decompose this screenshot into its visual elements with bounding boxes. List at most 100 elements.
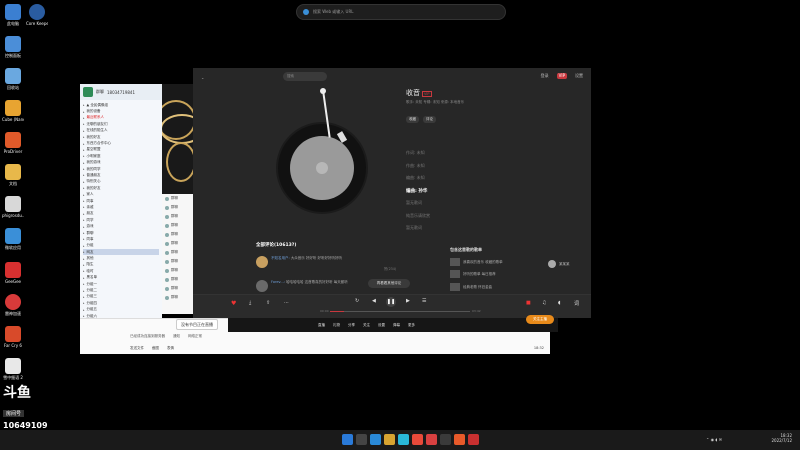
group-item[interactable]: 群聊 <box>162 266 194 275</box>
emoji-button[interactable]: 表情 <box>167 346 174 351</box>
group-item[interactable]: 群聊 <box>162 284 194 293</box>
tray-icons[interactable]: ⌃ ◉ ◖ ✉ <box>706 437 722 442</box>
follow-button[interactable]: 关注主播 <box>526 315 554 324</box>
desktop-icon-geegee[interactable]: GeeGee <box>2 262 24 284</box>
qq-header: 群聊 18034719841 <box>80 84 162 100</box>
comment-user[interactable]: 不知名用户: <box>271 256 290 260</box>
group-avatar-icon <box>165 241 169 246</box>
app-icon <box>5 262 21 278</box>
next-icon[interactable]: ▶ <box>406 298 410 304</box>
volume-icon[interactable]: ◖ <box>558 300 561 306</box>
stream-button[interactable]: 礼物 <box>333 323 340 328</box>
lyrics-icon[interactable]: 词 <box>574 300 579 307</box>
stream-button[interactable]: 更多 <box>408 323 415 328</box>
stream-button[interactable]: 分享 <box>348 323 355 328</box>
qq-id: 18034719841 <box>107 89 135 95</box>
effects-icon[interactable]: ♫ <box>542 300 546 306</box>
stream-button[interactable]: 关注 <box>363 323 370 328</box>
taskbar-app-icon[interactable] <box>370 434 381 445</box>
play-pause-button[interactable]: ❚❚ <box>386 297 396 307</box>
clock[interactable]: 18:32 2022/7/12 <box>771 433 792 443</box>
share-icon[interactable]: ⇪ <box>266 300 270 306</box>
desktop-icon-control-panel[interactable]: 控制面板 <box>2 36 24 58</box>
desktop-icon-recycle[interactable]: 回收站 <box>2 68 24 90</box>
group-item[interactable]: 群聊 <box>162 221 194 230</box>
music-topbar: ⌄ 搜索 登录 VIP 设置 <box>193 68 591 86</box>
more-icon[interactable]: ⋯ <box>284 300 289 306</box>
group-item[interactable]: 群聊 <box>162 212 194 221</box>
playlist-item[interactable]: 经典老歌 怀旧金曲 <box>450 283 492 291</box>
taskbar-app-icon[interactable] <box>412 434 423 445</box>
lyric-line: 编曲: 孙华 <box>406 188 428 194</box>
lyric-line: 纯音乐请欣赏 <box>406 212 430 218</box>
avatar[interactable] <box>256 256 268 268</box>
previous-icon[interactable]: ◀ <box>372 298 376 304</box>
desktop-icon-store[interactable]: 微软应用 <box>2 228 24 250</box>
collect-button[interactable]: 收藏 <box>406 116 419 123</box>
taskbar-app-icon[interactable] <box>342 434 353 445</box>
quality-icon[interactable]: ■ <box>526 300 531 306</box>
download-icon[interactable]: ⤓ <box>249 300 251 306</box>
loop-icon[interactable]: ↻ <box>355 298 359 304</box>
desktop-icon-this-pc[interactable]: 此电脑 <box>2 4 24 26</box>
avatar[interactable] <box>83 87 93 97</box>
taskbar-app-icon[interactable] <box>426 434 437 445</box>
chevron-right-icon: ▸ <box>83 307 85 312</box>
taskbar-app-icon[interactable] <box>356 434 367 445</box>
computer-icon <box>5 4 21 20</box>
taskbar-app-icon[interactable] <box>468 434 479 445</box>
lyric-line: 暂无歌词 <box>406 225 422 230</box>
avatar[interactable] <box>256 280 268 292</box>
tonearm-pivot <box>320 88 326 94</box>
taskbar-app-icon[interactable] <box>384 434 395 445</box>
desktop-icon-whisper[interactable]: 雪中细语 2 <box>2 358 24 380</box>
stream-button[interactable]: 设置 <box>378 323 385 328</box>
playlist-icon[interactable]: ☰ <box>422 298 426 304</box>
comment-user[interactable]: Forev...: <box>271 280 285 284</box>
chevron-right-icon: ▸ <box>83 147 85 152</box>
lyrics-panel: 作词: 未知 作曲: 未知 编曲: 未知 编曲: 孙华 暂无歌词 纯音乐请欣赏 暂无歌词 <box>406 150 430 238</box>
comment-likes[interactable]: 赞(234) <box>384 266 396 271</box>
desktop-icon-accelerator[interactable]: 雷神加速 <box>2 294 24 316</box>
lyric-line: 作曲: 未知 <box>406 162 425 168</box>
desktop-icon-farcry[interactable]: Far Cry 6 <box>2 326 24 348</box>
send-file-button[interactable]: 发送文件 <box>130 346 144 351</box>
status-text: 网络正常 <box>188 333 202 338</box>
group-item[interactable]: 群聊 <box>162 230 194 239</box>
taskbar-app-icon[interactable] <box>454 434 465 445</box>
taskbar-app-icon[interactable] <box>398 434 409 445</box>
chevron-right-icon: ▸ <box>83 243 85 248</box>
desktop-icon-cube[interactable]: Cube (Nano-Sy... <box>2 100 24 122</box>
group-item[interactable]: 群聊 <box>162 239 194 248</box>
desktop-icon-phigros[interactable]: phigrosdu... <box>2 196 24 218</box>
more-comments-button[interactable]: 再看看其他评论 <box>368 279 410 288</box>
desktop-icon-core-keeper[interactable]: Core Keeper 帐... <box>26 4 48 26</box>
desktop-icon-docs[interactable]: 文档 <box>2 164 24 186</box>
playlist-item[interactable]: 我喜欢的音乐 收藏的歌单 <box>450 258 503 266</box>
heart-icon[interactable]: ♥ <box>231 300 236 307</box>
screenshot-button[interactable]: 截图 <box>152 346 159 351</box>
stream-button[interactable]: 弹幕 <box>393 323 400 328</box>
progress-bar[interactable] <box>330 311 470 312</box>
current-time: 00:00 <box>320 309 329 313</box>
group-item[interactable]: 群聊 <box>162 194 194 203</box>
group-item[interactable]: 群聊 <box>162 257 194 266</box>
side-user[interactable]: 某某某 <box>548 260 570 268</box>
login-link[interactable]: 登录 <box>541 73 549 79</box>
stream-button[interactable]: 直播 <box>318 323 325 328</box>
desktop-icon-prodriver[interactable]: ProDriver <box>2 132 24 154</box>
taskbar-app-icon[interactable] <box>440 434 451 445</box>
group-item[interactable]: 群聊 <box>162 203 194 212</box>
group-item[interactable]: 群聊 <box>162 275 194 284</box>
group-avatar-icon <box>165 268 169 273</box>
music-search-input[interactable]: 搜索 <box>283 72 327 81</box>
group-item[interactable]: 群聊 <box>162 293 194 302</box>
playlist-item[interactable]: 好听的歌单 每日推荐 <box>450 270 496 278</box>
settings-link[interactable]: 设置 <box>575 73 583 79</box>
group-item[interactable]: 群聊 <box>162 248 194 257</box>
status-text: 已经成功连接到服务器 <box>130 333 165 338</box>
browser-search-bar[interactable]: 搜索 Web 或输入 URL <box>296 4 506 20</box>
comment-button[interactable]: 评论 <box>423 116 436 123</box>
vip-badge[interactable]: VIP <box>556 73 567 79</box>
chevron-down-icon[interactable]: ⌄ <box>201 75 204 80</box>
